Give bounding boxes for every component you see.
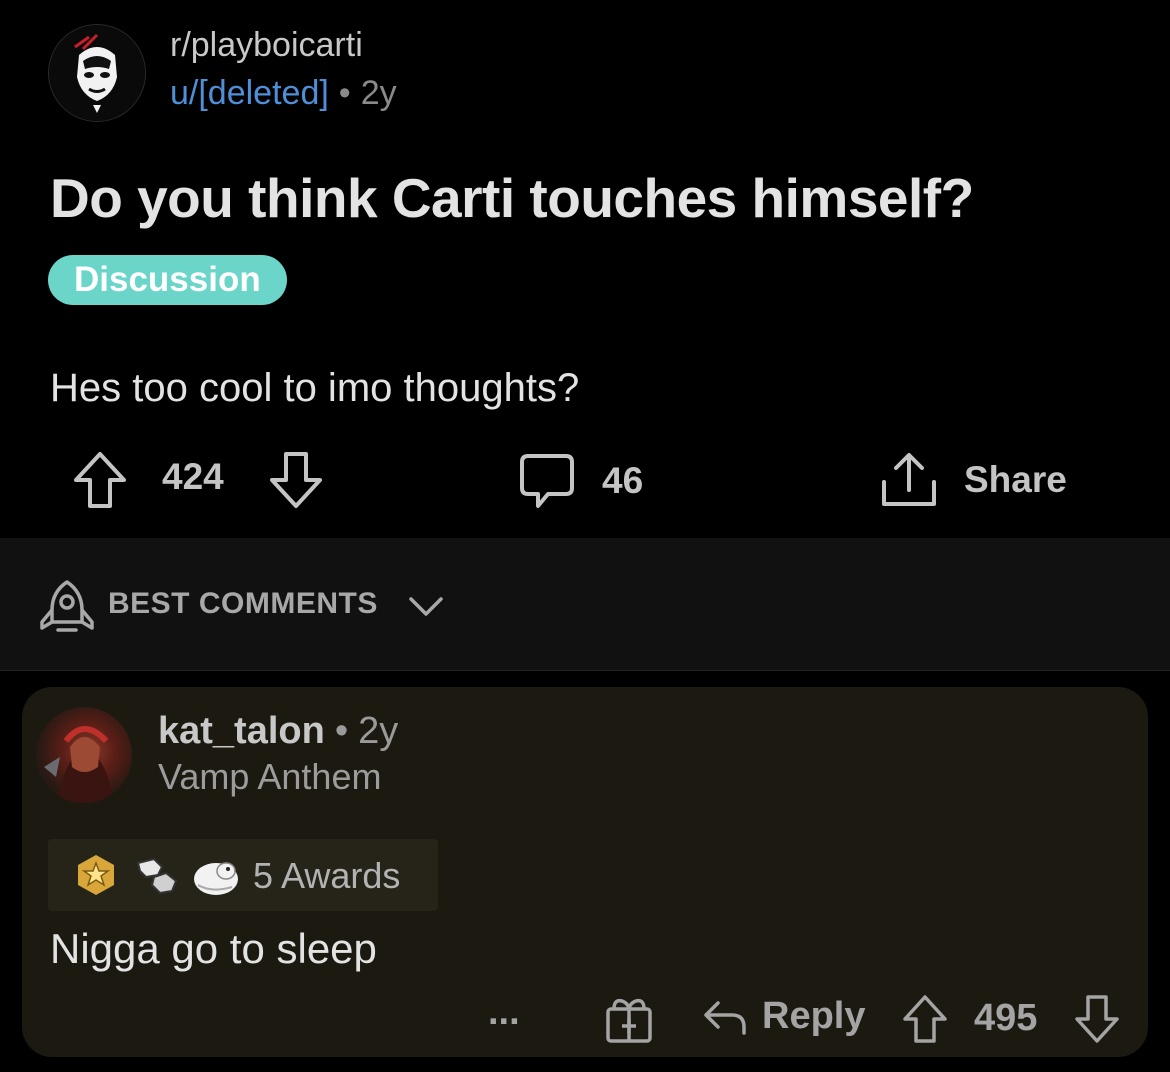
reply-button[interactable]: Reply xyxy=(702,995,865,1038)
gold-star-award-icon xyxy=(78,855,114,895)
rocket-icon xyxy=(40,580,94,632)
comment-age: 2y xyxy=(358,710,399,752)
subreddit-name[interactable]: r/playboicarti xyxy=(170,26,363,65)
comment-meta: kat_talon • 2y xyxy=(158,710,398,753)
comment-meta-separator: • xyxy=(334,710,349,752)
comment-user-flair: Vamp Anthem xyxy=(158,756,382,797)
comments-button[interactable]: 46 xyxy=(518,452,643,510)
gift-icon xyxy=(606,998,652,1043)
comment-score: 495 xyxy=(974,997,1038,1039)
awards-count-label[interactable]: 5 Awards xyxy=(253,855,400,897)
reply-label: Reply xyxy=(762,995,866,1037)
post-author-link[interactable]: u/[deleted] xyxy=(170,74,329,112)
post-title: Do you think Carti touches himself? xyxy=(50,167,974,229)
share-label: Share xyxy=(964,459,1067,500)
arrow-up-icon xyxy=(903,995,947,1043)
give-award-button[interactable] xyxy=(604,993,654,1045)
fist-bump-award-icon xyxy=(136,857,178,895)
meta-separator: • xyxy=(338,74,351,112)
reply-arrow-icon xyxy=(704,1000,746,1035)
seal-award-icon xyxy=(194,862,238,895)
comment-count: 46 xyxy=(602,460,644,501)
post-card: r/playboicarti u/[deleted] • 2y Do you thi… xyxy=(0,0,1170,538)
comment-upvote-button[interactable] xyxy=(902,993,948,1045)
comment-action-bar: ... Reply 495 xyxy=(0,985,1170,1055)
comment-body: Nigga go to sleep xyxy=(50,925,377,972)
post-flair-badge[interactable]: Discussion xyxy=(48,255,287,305)
arrow-up-icon xyxy=(74,452,126,508)
post-action-bar: 424 46 Share xyxy=(0,440,1170,520)
arrow-down-icon xyxy=(1075,995,1119,1043)
chevron-down-icon xyxy=(409,597,443,616)
post-age: 2y xyxy=(360,74,397,112)
post-body: Hes too cool to imo thoughts? xyxy=(50,366,580,410)
comment-bubble-icon xyxy=(520,454,574,508)
downvote-button[interactable] xyxy=(268,450,324,510)
comment-author-avatar[interactable] xyxy=(36,707,132,803)
share-icon xyxy=(882,453,936,506)
sort-label[interactable]: BEST COMMENTS xyxy=(108,587,378,621)
arrow-down-icon xyxy=(270,452,322,508)
upvote-count: 424 xyxy=(162,456,224,497)
more-options-button[interactable]: ... xyxy=(488,991,520,1034)
subreddit-avatar-icon[interactable] xyxy=(48,24,146,122)
upvote-button[interactable] xyxy=(72,450,128,510)
comment-downvote-button[interactable] xyxy=(1074,993,1120,1045)
share-button[interactable]: Share xyxy=(880,450,1067,510)
post-meta: u/[deleted] • 2y xyxy=(170,74,397,113)
comment-author-name[interactable]: kat_talon xyxy=(158,710,325,752)
